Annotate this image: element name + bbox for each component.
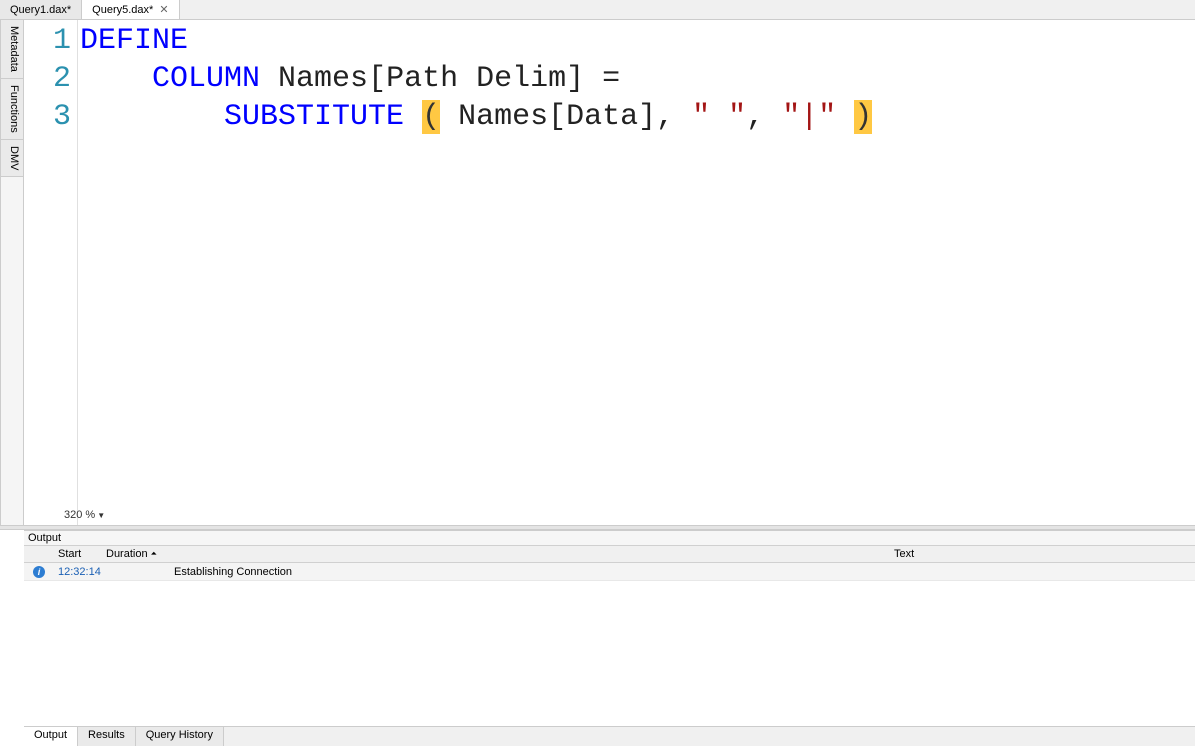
line-number: 2 [24, 60, 77, 98]
main-area: Metadata Functions DMV 1 2 3 DEFINE COLU… [0, 20, 1195, 525]
line-number: 3 [24, 98, 77, 136]
side-tab-functions[interactable]: Functions [1, 79, 23, 140]
output-columns: Start Duration ⏶ Text [24, 546, 1195, 563]
paren-open: ( [422, 100, 440, 134]
string-literal: "|" [782, 100, 836, 134]
close-icon[interactable]: ✕ [159, 3, 168, 16]
output-panel: Output Start Duration ⏶ Text i 12:32:14 … [24, 530, 1195, 726]
col-icon[interactable] [24, 546, 54, 562]
bottom-tab-bar: Output Results Query History [24, 726, 1195, 746]
chevron-down-icon: ▼ [97, 511, 105, 520]
tab-label: Query1.dax* [10, 4, 71, 16]
function-substitute: SUBSTITUTE [224, 100, 404, 134]
col-duration[interactable]: Duration ⏶ [102, 546, 170, 562]
bottom-tab-output[interactable]: Output [24, 727, 78, 746]
editor-content[interactable]: 1 2 3 DEFINE COLUMN Names[Path Delim] = … [24, 20, 1195, 525]
side-tab-strip: Metadata Functions DMV [0, 20, 24, 525]
output-title: Output [24, 531, 1195, 546]
output-row[interactable]: i 12:32:14 Establishing Connection [24, 563, 1195, 581]
col-text[interactable]: Text [890, 546, 1195, 562]
tab-query5[interactable]: Query5.dax* ✕ [82, 0, 179, 19]
output-rows: i 12:32:14 Establishing Connection [24, 563, 1195, 726]
string-literal: " " [692, 100, 746, 134]
editor: 1 2 3 DEFINE COLUMN Names[Path Delim] = … [24, 20, 1195, 525]
bottom-tab-results[interactable]: Results [78, 727, 136, 746]
code-ident: Names[Path Delim] = [260, 62, 620, 96]
tab-query1[interactable]: Query1.dax* [0, 0, 82, 19]
col-start[interactable]: Start [54, 546, 102, 562]
row-text: Establishing Connection [170, 566, 1195, 578]
zoom-indicator[interactable]: 320 % ▼ [64, 509, 105, 521]
file-tab-bar: Query1.dax* Query5.dax* ✕ [0, 0, 1195, 20]
zoom-value: 320 % [64, 509, 95, 521]
side-tab-dmv[interactable]: DMV [1, 140, 23, 177]
row-start: 12:32:14 [54, 566, 102, 578]
line-number: 1 [24, 22, 77, 60]
paren-close: ) [854, 100, 872, 134]
code-arg: Names[Data] [440, 100, 656, 134]
bottom-tab-history[interactable]: Query History [136, 727, 224, 746]
code-text[interactable]: DEFINE COLUMN Names[Path Delim] = SUBSTI… [78, 20, 1195, 525]
side-tab-metadata[interactable]: Metadata [1, 20, 23, 79]
line-gutter: 1 2 3 [24, 20, 78, 525]
tab-label: Query5.dax* [92, 4, 153, 16]
keyword-column: COLUMN [152, 62, 260, 96]
keyword-define: DEFINE [80, 24, 188, 58]
info-icon: i [33, 566, 45, 578]
sort-icon: ⏶ [151, 549, 157, 559]
row-status-icon: i [24, 566, 54, 578]
